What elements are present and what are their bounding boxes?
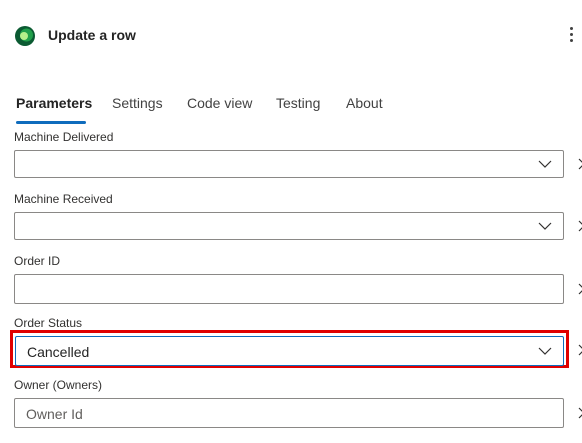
action-title: Update a row (48, 27, 136, 43)
chevron-right-icon[interactable] (578, 344, 582, 356)
chevron-right-icon[interactable] (578, 407, 582, 419)
action-header: Update a row (0, 0, 582, 72)
order-id-input[interactable] (14, 274, 564, 304)
tab-testing[interactable]: Testing (276, 95, 320, 111)
machine-received-dropdown[interactable] (14, 212, 564, 240)
dataverse-icon (15, 26, 35, 46)
owner-input[interactable]: Owner Id (14, 398, 564, 428)
order-id-label: Order ID (14, 254, 61, 268)
owner-label: Owner (Owners) (14, 378, 103, 392)
tab-about[interactable]: About (346, 95, 383, 111)
chevron-down-icon (538, 347, 552, 355)
machine-received-label: Machine Received (14, 192, 113, 206)
chevron-down-icon (538, 160, 552, 168)
machine-delivered-dropdown[interactable] (14, 150, 564, 178)
chevron-right-icon[interactable] (578, 283, 582, 295)
owner-placeholder: Owner Id (26, 406, 83, 422)
order-status-dropdown[interactable]: Cancelled (15, 336, 564, 366)
tab-parameters[interactable]: Parameters (16, 95, 92, 111)
tab-settings[interactable]: Settings (112, 95, 163, 111)
more-vertical-icon[interactable] (564, 24, 578, 46)
machine-delivered-label: Machine Delivered (14, 130, 114, 144)
chevron-down-icon (538, 222, 552, 230)
order-status-label: Order Status (14, 316, 83, 330)
chevron-right-icon[interactable] (578, 158, 582, 170)
order-status-value: Cancelled (27, 344, 90, 360)
tab-code-view[interactable]: Code view (187, 95, 252, 111)
chevron-right-icon[interactable] (578, 220, 582, 232)
active-tab-indicator (16, 121, 86, 124)
